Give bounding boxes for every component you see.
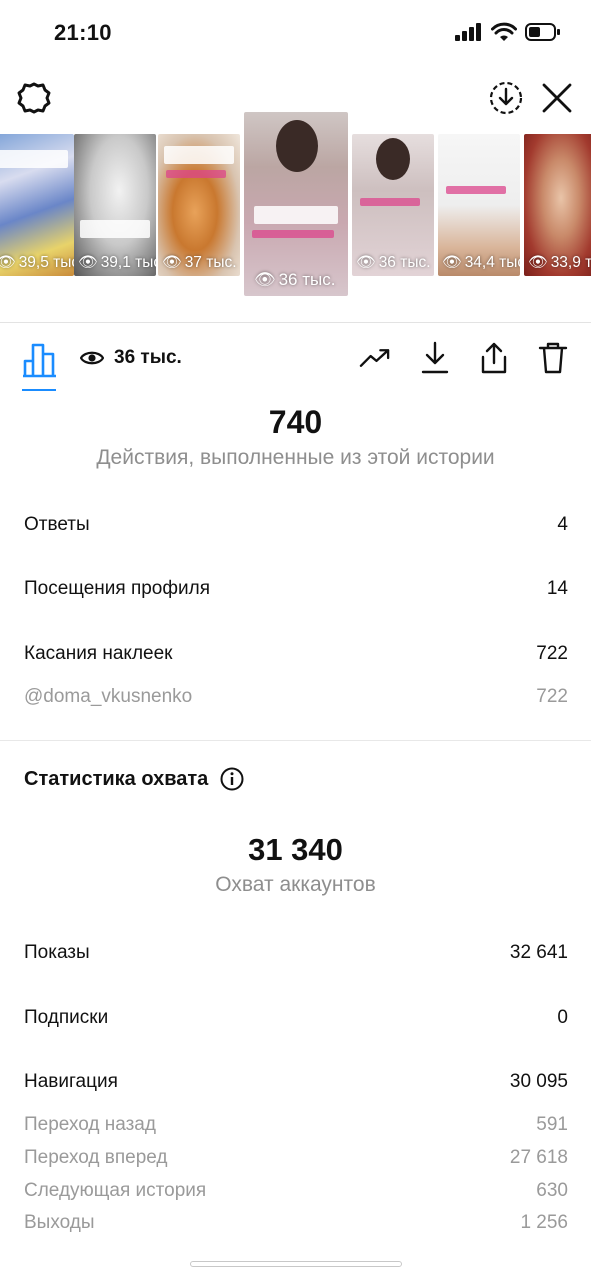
stat-label: Переход назад [24,1114,156,1135]
stat-value: 27 618 [509,1147,568,1168]
download-icon [421,341,448,374]
story-actions [359,341,569,375]
status-bar: 21:10 [0,0,591,66]
tab-underline [22,389,56,391]
story-caption-graphic [164,146,234,164]
story-thumbnail[interactable]: 👁39,1 тыс. [74,134,156,276]
story-views: 👁34,4 тыс. [442,253,520,272]
stat-label: Посещения профиля [24,578,210,599]
story-caption-graphic [166,170,226,178]
share-icon [481,342,506,374]
story-caption-graphic [446,186,506,194]
section-divider [0,740,591,741]
status-icons [455,22,561,42]
signal-icon [455,23,481,41]
download-button[interactable] [418,341,451,375]
story-thumbnail[interactable]: 👁 36 тыс. [352,134,434,276]
status-time: 21:10 [54,20,112,45]
promote-button[interactable] [359,341,392,375]
eye-icon: 👁 [442,254,462,271]
eye-icon: 👁 [254,270,276,289]
views-summary: 36 тыс. [80,347,182,369]
tab-insights[interactable] [22,339,58,379]
story-views: 👁 37 тыс. [162,253,237,272]
download-circle-icon [489,81,523,115]
story-thumbnail[interactable]: 👁34,4 тыс. [438,134,520,276]
stat-label: Касания наклеек [24,643,173,664]
story-views: 👁39,1 тыс. [78,253,156,272]
eye-icon: 👁 [528,254,548,271]
wifi-icon [491,22,517,41]
delete-button[interactable] [536,341,569,375]
stat-label: Выходы [24,1212,95,1233]
story-views: 👁 36 тыс. [254,270,336,289]
stat-row-back: Переход назад 591 [24,1114,568,1136]
stat-row-navigation: Навигация 30 095 [24,1071,568,1093]
story-views: 👁 36 тыс. [356,253,431,272]
stat-row-next-story: Следующая история 630 [24,1180,568,1202]
battery-icon [525,23,560,41]
story-caption-graphic [252,230,334,238]
stat-row-profile-visits: Посещения профиля 14 [24,578,568,600]
stat-label: Навигация [24,1071,118,1092]
stories-strip: 👁39,5 тыс. 👁39,1 тыс. 👁37 тыс. 👁36 тыс. … [0,112,591,300]
story-photo-shape [376,138,410,180]
gear-icon [17,82,51,114]
stat-value: 4 [557,514,568,535]
stat-label: Подписки [24,1007,109,1028]
story-caption-graphic [254,206,338,224]
eye-icon: 👁 [356,254,376,271]
story-photo-shape [276,120,318,172]
interactions-caption: Действия, выполненные из этой истории [96,446,495,469]
stat-row-exits: Выходы 1 256 [24,1212,568,1234]
stat-row-impressions: Показы 32 641 [24,942,568,964]
reach-section-title: Статистика охвата [24,767,244,791]
stat-label: @doma_vkusnenko [24,686,193,707]
close-icon [542,83,572,113]
story-caption-graphic [0,150,68,168]
story-caption-graphic [80,220,150,238]
home-indicator[interactable] [190,1261,402,1267]
trash-icon [538,342,567,374]
stat-value: 32 641 [509,942,568,963]
stat-value: 722 [536,643,568,664]
stat-label: Ответы [24,514,90,535]
stat-row-replies: Ответы 4 [24,514,568,536]
stat-row-follows: Подписки 0 [24,1007,568,1029]
story-thumbnail[interactable]: 👁39,5 тыс. [0,134,74,276]
share-button[interactable] [477,341,510,375]
trend-icon [359,349,390,367]
story-views: 👁33,9 тыс. [528,253,591,272]
bar-chart-icon [23,343,56,378]
selected-story-pointer [283,308,311,324]
stat-row-sticker-taps: Касания наклеек 722 [24,643,568,665]
stat-label: Переход вперед [24,1147,168,1168]
stat-value: 14 [546,578,568,599]
story-thumbnail-selected[interactable]: 👁 36 тыс. [244,112,348,296]
eye-icon: 👁 [162,254,182,271]
stat-label: Следующая история [24,1180,207,1201]
stat-value: 1 256 [520,1212,568,1233]
reach-caption: Охват аккаунтов [215,873,376,896]
story-thumbnail[interactable]: 👁33,9 тыс. [524,134,591,276]
story-caption-graphic [360,198,420,206]
stat-value: 30 095 [509,1071,568,1092]
stat-value: 591 [536,1114,568,1135]
eye-icon: 👁 [0,254,16,271]
story-views: 👁39,5 тыс. [0,253,74,272]
stat-label: Показы [24,942,90,963]
eye-icon [80,351,104,365]
stat-value: 0 [557,1007,568,1028]
interactions-total: 740 [268,404,323,440]
info-icon[interactable] [220,767,244,791]
stat-row-mention-sticker: @doma_vkusnenko 722 [24,686,568,708]
story-thumbnail[interactable]: 👁 37 тыс. [158,134,240,276]
eye-icon: 👁 [78,254,98,271]
stat-value: 630 [536,1180,568,1201]
views-count: 36 тыс. [114,347,182,368]
reach-total: 31 340 [248,832,343,867]
stat-value: 722 [536,686,568,707]
stat-row-forward: Переход вперед 27 618 [24,1147,568,1169]
insights-header: 36 тыс. [0,322,591,394]
